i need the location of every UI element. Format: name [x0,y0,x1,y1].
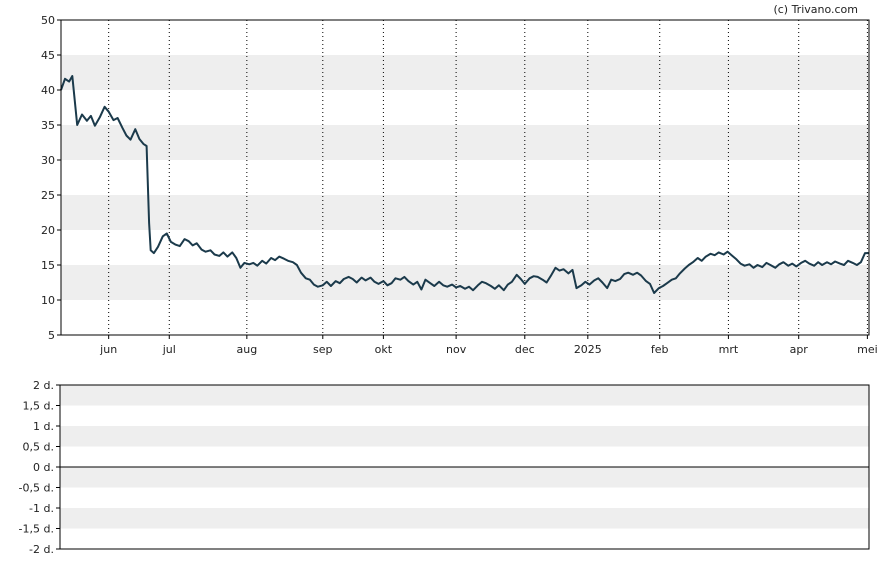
x-tick-label-sep: sep [313,343,332,356]
lower-y-axis-ticks: -2 d. -1,5 d. -1 d. -0,5 d. 0 d. 0,5 d. 1 d. 1,… [19,379,60,556]
lower-y-tick-label-5: 0,5 d. [23,441,54,454]
x-tick-label-jul: jul [162,343,176,356]
main-band-1 [61,195,869,230]
lower-band-2 [60,467,869,488]
main-band-2 [61,125,869,160]
x-tick-label-feb: feb [651,343,669,356]
x-tick-label-mei: mei [857,343,878,356]
y-tick-label-40: 40 [41,84,55,97]
price-series-line [60,75,869,294]
chart-container: 5 10 15 20 25 30 35 40 45 50 jun jul aug sep okt nov de… [0,0,888,565]
y-tick-label-50: 50 [41,14,55,27]
y-tick-label-30: 30 [41,154,55,167]
lower-y-tick-label-7: 1,5 d. [23,400,54,413]
x-tick-label-okt: okt [375,343,393,356]
x-tick-label-apr: apr [790,343,809,356]
y-tick-label-20: 20 [41,224,55,237]
lower-y-tick-label-4: 0 d. [33,461,54,474]
credit-label: (c) Trivano.com [773,3,858,16]
x-tick-label-nov: nov [446,343,467,356]
lower-band-3 [60,508,869,529]
y-tick-label-45: 45 [41,49,55,62]
x-tick-label-2025: 2025 [574,343,602,356]
lower-y-tick-label-3: -0,5 d. [19,482,54,495]
lower-y-tick-label-6: 1 d. [33,420,54,433]
lower-y-tick-label-8: 2 d. [33,379,54,392]
main-band-3 [61,55,869,90]
y-tick-label-15: 15 [41,259,55,272]
x-tick-label-dec: dec [515,343,535,356]
y-tick-label-35: 35 [41,119,55,132]
y-tick-label-10: 10 [41,294,55,307]
x-tick-label-aug: aug [236,343,257,356]
lower-band-1 [60,426,869,447]
x-tick-label-mrt: mrt [719,343,739,356]
y-tick-label-5: 5 [48,329,55,342]
main-chart-bands [61,55,869,300]
main-y-axis-ticks: 5 10 15 20 25 30 35 40 45 50 [41,14,61,342]
main-x-axis-ticks: jun jul aug sep okt nov dec 2025 feb mrt apr mei [99,335,878,356]
price-line [60,75,869,294]
x-tick-label-jun: jun [99,343,117,356]
y-tick-label-25: 25 [41,189,55,202]
lower-y-tick-label-2: -1 d. [29,502,54,515]
price-chart-svg: 5101520253035404550 jun jul aug sep okt nov de… [19,3,878,556]
lower-y-tick-label-1: -1,5 d. [19,523,54,536]
lower-y-tick-label-0: -2 d. [29,543,54,556]
lower-chart-bands [60,385,869,529]
main-band-0 [61,265,869,300]
lower-band-0 [60,385,869,406]
